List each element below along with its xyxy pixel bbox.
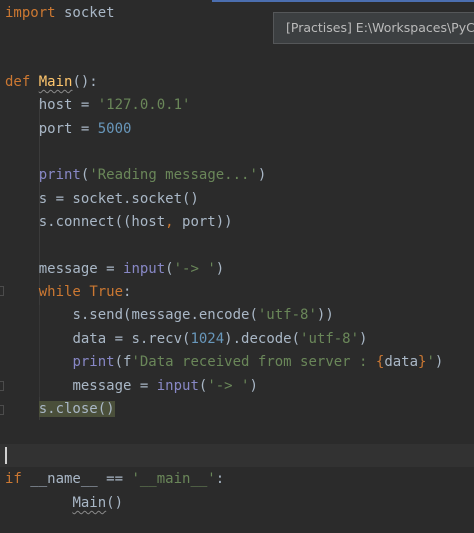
keyword: import [5, 5, 56, 21]
code-text: data = s.recv( [72, 331, 191, 347]
code-editor[interactable]: import socket def Main(): host = '127.0.… [0, 0, 474, 533]
string-literal: 'utf-8' [257, 307, 317, 323]
code-line-while[interactable]: while True: [5, 281, 132, 303]
string-literal: ' [426, 354, 435, 370]
string-literal: '__main__' [131, 471, 216, 487]
current-line-highlight [0, 444, 474, 467]
code-text: ).decode( [224, 331, 301, 347]
code-text: host = [5, 97, 98, 113]
code-line-main-call[interactable]: Main() [5, 492, 123, 514]
code-text: ) [434, 354, 444, 370]
highlighted-statement: s.close() [38, 401, 115, 417]
code-line-port[interactable]: port = 5000 [5, 118, 132, 140]
code-text: , [165, 214, 174, 230]
code-text: (): [72, 74, 98, 90]
keyword: def [5, 74, 31, 90]
code-line-connect[interactable]: s.connect((host, port)) [5, 211, 233, 233]
editor-top-edge [212, 0, 474, 2]
text-caret [5, 447, 7, 464]
string-literal: 'Data received from server : [131, 354, 376, 370]
keyword: True [89, 284, 124, 300]
code-line-host[interactable]: host = '127.0.0.1' [5, 94, 191, 116]
code-text: port)) [173, 214, 233, 230]
tooltip-text: [Practises] E:\Workspaces\PyCh [286, 20, 474, 35]
code-text: )) [316, 307, 334, 323]
builtin: print [38, 167, 81, 183]
code-line-socket[interactable]: s = socket.socket() [5, 188, 199, 210]
fold-marker[interactable] [0, 381, 4, 391]
function-call: Main [72, 495, 107, 511]
code-line-def[interactable]: def Main(): [5, 71, 98, 93]
code-text: ) [249, 378, 258, 394]
code-line-if-main[interactable]: if __name__ == '__main__': [5, 468, 224, 490]
string-literal: '-> ' [173, 261, 216, 277]
code-text: : [215, 471, 225, 487]
fstring-variable: data [384, 354, 419, 370]
code-text: (f [114, 354, 132, 370]
file-path-tooltip: [Practises] E:\Workspaces\PyCh [273, 12, 474, 44]
code-text: s.connect((host [5, 214, 166, 230]
code-text: ) [215, 261, 225, 277]
function-name: Main [38, 74, 73, 90]
keyword: if [5, 471, 22, 487]
number-literal: 1024 [190, 331, 225, 347]
code-text: s = socket.socket() [5, 191, 199, 207]
number-literal: 5000 [97, 121, 132, 137]
code-text: message = [72, 378, 157, 394]
string-literal: 'Reading message...' [89, 167, 258, 183]
code-text: ) [257, 167, 267, 183]
code-text: message = [5, 261, 124, 277]
code-text: () [106, 495, 124, 511]
code-text: ( [165, 261, 174, 277]
code-text: s.send(message.encode( [72, 307, 258, 323]
code-line-send[interactable]: s.send(message.encode('utf-8')) [5, 304, 334, 326]
fold-marker[interactable] [0, 405, 4, 415]
fold-marker[interactable] [0, 286, 4, 296]
code-text: ) [359, 331, 368, 347]
code-text: port = [5, 121, 98, 137]
code-line-message-input[interactable]: message = input('-> ') [5, 258, 225, 280]
code-line-message-input-2[interactable]: message = input('-> ') [5, 375, 258, 397]
code-text: __name__ == [21, 471, 132, 487]
builtin: input [156, 378, 199, 394]
code-text: : [123, 284, 132, 300]
code-text: socket [55, 5, 115, 21]
code-line-print-reading[interactable]: print('Reading message...') [5, 164, 267, 186]
code-line-close[interactable]: s.close() [5, 398, 115, 420]
string-literal: '127.0.0.1' [97, 97, 191, 113]
code-line-print-data[interactable]: print(f'Data received from server : {dat… [5, 351, 443, 373]
code-line-import[interactable]: import socket [5, 2, 115, 24]
string-literal: '-> ' [207, 378, 250, 394]
builtin: print [72, 354, 115, 370]
builtin: input [123, 261, 166, 277]
keyword: while [38, 284, 81, 300]
string-literal: 'utf-8' [300, 331, 360, 347]
code-line-recv[interactable]: data = s.recv(1024).decode('utf-8') [5, 328, 367, 350]
